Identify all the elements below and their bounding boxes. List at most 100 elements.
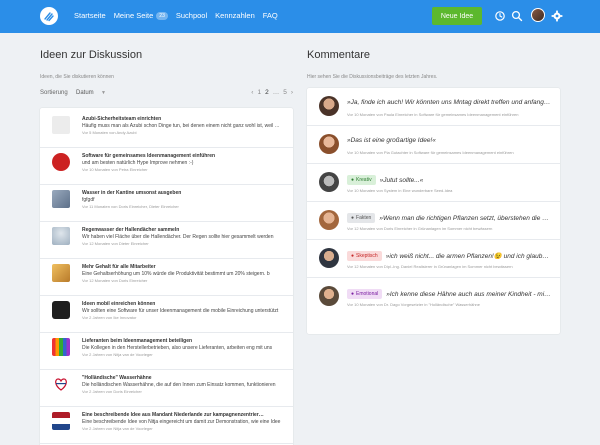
person-icon: ● <box>351 215 355 221</box>
sort-row: Sortierung Datum ▼ ‹ 1 2 … 5 › <box>40 89 293 99</box>
idea-meta: Vor 12 Monaten von Dieter Einreicher <box>82 241 149 246</box>
top-navigation-bar: Startseite Meine Seite 23 Suchpool Kennza… <box>0 0 600 33</box>
tag-badge: ● Skeptisch <box>347 251 382 261</box>
idea-title[interactable]: Regenwasser der Hallendächer sammeln <box>82 227 282 233</box>
comment-item[interactable]: ● Emotional »Ich kenne diese Hähne auch a… <box>307 278 560 316</box>
comment-item[interactable]: »Das ist eine großartige Idee!« Vor 10 M… <box>307 126 560 164</box>
comments-subtitle: Hier sehen Sie die Diskussionsbeiträge d… <box>307 74 438 80</box>
comment-meta: Vor 12 Monaten von Doris Einreicher in G… <box>347 226 493 231</box>
comment-quote[interactable]: »Jutut sollte...« <box>380 177 424 184</box>
sort-select[interactable]: Datum <box>76 90 94 96</box>
comments-list: »Ja, finde ich auch! Wir könnten uns Mnt… <box>307 88 560 334</box>
nav-meine-seite[interactable]: Meine Seite 23 <box>114 11 168 20</box>
nav-label: Startseite <box>74 11 106 20</box>
idea-thumbnail <box>52 227 70 245</box>
idea-title[interactable]: Wasser in der Kantine umsonst ausgeben <box>82 190 282 196</box>
idea-description: Häufig muss man als Azubi schon Dinge tu… <box>82 123 282 129</box>
comment-item[interactable]: »Ja, finde ich auch! Wir könnten uns Mnt… <box>307 88 560 126</box>
comment-item[interactable]: ● Skeptisch »ich weiß nicht... die armen … <box>307 240 560 278</box>
history-icon[interactable] <box>494 10 506 22</box>
list-item[interactable]: Ideen mobil einreichen können Wir sollte… <box>40 293 293 333</box>
list-item[interactable]: Regenwasser der Hallendächer sammeln Wir… <box>40 219 293 259</box>
comment-meta: Vor 10 Monaten von Paula Einreicher in S… <box>347 112 519 117</box>
pager-prev[interactable]: ‹ <box>251 89 253 96</box>
idea-thumbnail <box>52 301 70 319</box>
nav-suchpool[interactable]: Suchpool <box>176 11 207 20</box>
avatar[interactable] <box>531 8 545 22</box>
avatar <box>319 210 339 230</box>
idea-meta: Vor 10 Monaten von Petra Einreicher <box>82 167 148 172</box>
tag-label: Skeptisch <box>356 253 378 259</box>
tag-label: Fakten <box>356 215 372 221</box>
sort-label: Sortierung <box>40 90 68 96</box>
idea-meta: Vor 12 Monaten von Doris Einreicher <box>82 278 148 283</box>
comment-quote[interactable]: »Das ist eine großartige Idee!« <box>347 137 436 144</box>
notification-badge: 23 <box>156 11 168 20</box>
ideas-list: Azubi-Sicherheitsteam einrichten Häufig … <box>40 108 293 445</box>
idea-thumbnail <box>52 190 70 208</box>
new-idea-button[interactable]: Neue Idee <box>432 7 482 25</box>
comment-quote[interactable]: »Ja, finde ich auch! Wir könnten uns Mnt… <box>347 99 552 106</box>
list-item[interactable]: Lieferanten beim Ideenmanagement beteili… <box>40 330 293 370</box>
nav-kennzahlen[interactable]: Kennzahlen <box>215 11 255 20</box>
idea-title[interactable]: Ideen mobil einreichen können <box>82 301 282 307</box>
comment-item[interactable]: ● Fakten »Wenn man die richtigen Pflanzen… <box>307 202 560 240</box>
idea-description: fgfgdf <box>82 197 95 203</box>
idea-title[interactable]: Mehr Gehalt für alle Mitarbeiter <box>82 264 282 270</box>
main-nav: Startseite Meine Seite 23 Suchpool Kennza… <box>74 11 286 20</box>
idea-thumbnail <box>52 412 70 430</box>
pager-page[interactable]: 1 <box>257 89 261 96</box>
idea-description: Wir haben viel Fläche über die Hallendäc… <box>82 234 274 240</box>
list-item[interactable]: Eine beschreibende Idee aus Mandant Nied… <box>40 404 293 444</box>
person-icon: ● <box>351 177 355 183</box>
nav-faq[interactable]: FAQ <box>263 11 278 20</box>
comment-quote[interactable]: »Wenn man die richtigen Pflanzen setzt, … <box>379 215 552 222</box>
avatar <box>319 286 339 306</box>
idea-title[interactable]: Eine beschreibende Idee aus Mandant Nied… <box>82 412 282 418</box>
search-icon[interactable] <box>511 10 523 22</box>
list-item[interactable]: Mehr Gehalt für alle Mitarbeiter Eine Ge… <box>40 256 293 296</box>
idea-meta: Vor 2 Jahren von Doris Einreicher <box>82 389 142 394</box>
ideas-subtitle: Ideen, die Sie diskutieren können <box>40 74 114 80</box>
comment-item[interactable]: ● Kreativ »Jutut sollte...« Vor 10 Monate… <box>307 164 560 202</box>
pager-page-current[interactable]: 2 <box>265 89 269 96</box>
gear-icon[interactable] <box>551 10 563 22</box>
avatar <box>319 248 339 268</box>
comments-heading: Kommentare <box>307 49 370 61</box>
comment-quote[interactable]: »ich weiß nicht... die armen Pflanzen!😉 … <box>386 252 549 260</box>
idea-title[interactable]: Software für gemeinsames Ideenmanagement… <box>82 153 282 159</box>
idea-title[interactable]: Azubi-Sicherheitsteam einrichten <box>82 116 282 122</box>
idea-meta: Vor 11 Monaten von Doris Einreicher, Die… <box>82 204 179 209</box>
nav-label: Suchpool <box>175 11 208 20</box>
list-item[interactable]: "Holländische" Wasserhähne Die holländis… <box>40 367 293 407</box>
idea-thumbnail <box>52 153 70 171</box>
list-item[interactable]: Azubi-Sicherheitsteam einrichten Häufig … <box>40 108 293 148</box>
chevron-down-icon[interactable]: ▼ <box>101 90 106 96</box>
idea-thumbnail <box>52 116 70 134</box>
pager-page[interactable]: 5 <box>283 89 287 96</box>
comment-meta: Vor 10 Monaten von System in Eine wunder… <box>347 188 453 193</box>
logo-icon[interactable] <box>40 7 58 25</box>
pager-next[interactable]: › <box>291 89 293 96</box>
tag-badge: ● Emotional <box>347 289 383 299</box>
comment-quote[interactable]: »Ich kenne diese Hähne auch aus meiner K… <box>386 291 550 298</box>
idea-thumbnail <box>52 264 70 282</box>
idea-description: Eine Gehaltserhöhung um 10% würde die Pr… <box>82 271 270 277</box>
idea-description: Die holländischen Wasserhähne, die auf d… <box>82 382 276 388</box>
avatar <box>319 96 339 116</box>
nav-startseite[interactable]: Startseite <box>74 11 106 20</box>
list-item[interactable]: Wasser in der Kantine umsonst ausgeben f… <box>40 182 293 222</box>
avatar <box>319 134 339 154</box>
list-item[interactable]: Software für gemeinsames Ideenmanagement… <box>40 145 293 185</box>
idea-title[interactable]: Lieferanten beim Ideenmanagement beteili… <box>82 338 282 344</box>
idea-description: Eine beschreibende Idee von Nitja einger… <box>82 419 281 425</box>
comment-meta: Vor 10 Monaten von Dr. Dago Vorgesetzter… <box>347 302 480 307</box>
avatar <box>319 172 339 192</box>
person-icon: ● <box>351 253 355 259</box>
pager-ellipsis: … <box>272 89 280 96</box>
comment-meta: Vor 12 Monaten von Dipl.-Ing. Daniel Rea… <box>347 264 513 269</box>
idea-title[interactable]: "Holländische" Wasserhähne <box>82 375 282 381</box>
ideas-heading: Ideen zur Diskussion <box>40 49 143 61</box>
idea-meta: Vor 2 Jahren von Nitja van de Voorleger <box>82 426 153 431</box>
idea-description: Wir sollten eine Software für unser Idee… <box>82 308 279 314</box>
